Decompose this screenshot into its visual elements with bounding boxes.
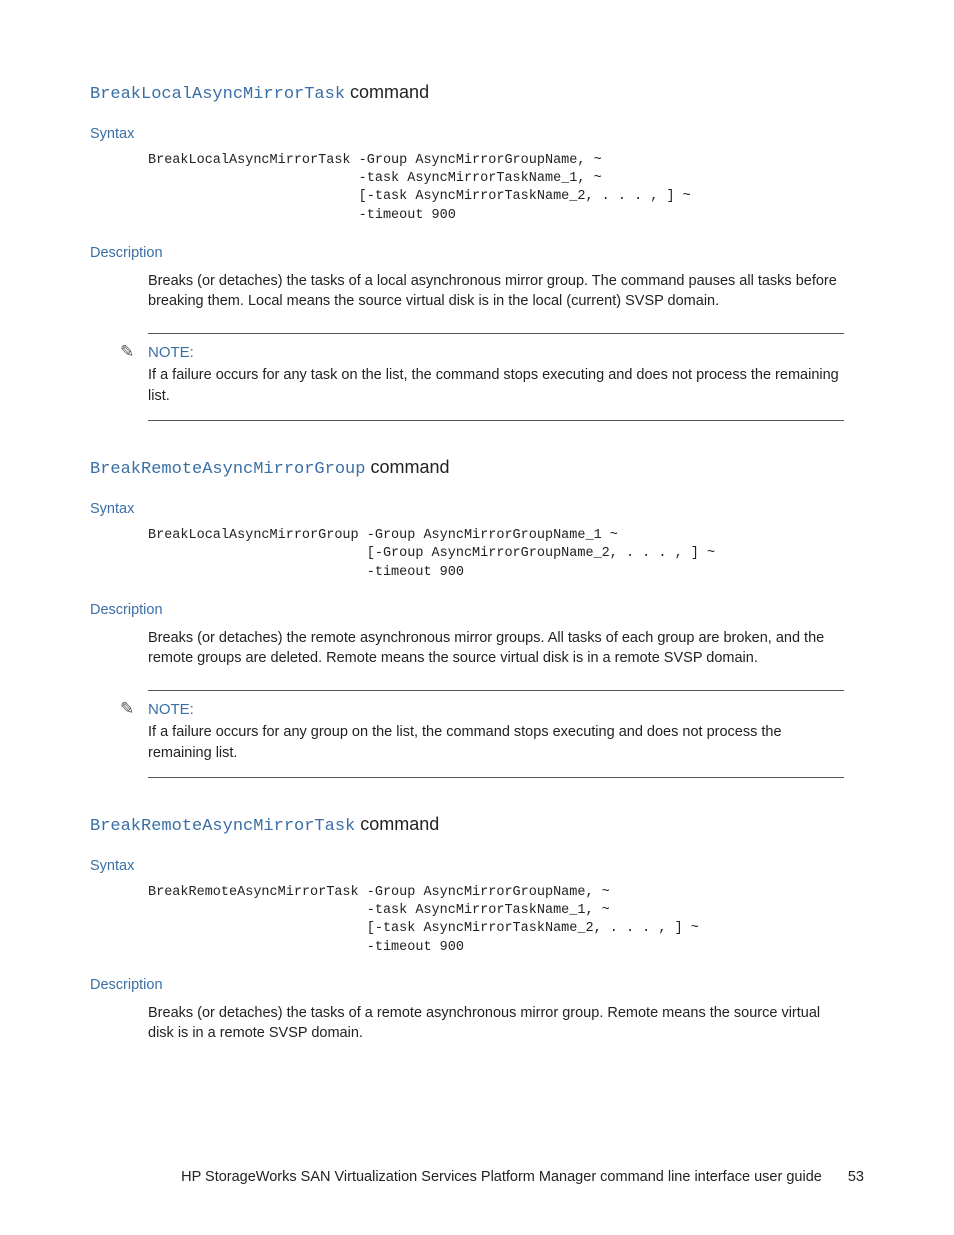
command-name: BreakRemoteAsyncMirrorGroup: [90, 460, 365, 479]
section-heading: BreakRemoteAsyncMirrorTask command: [90, 814, 864, 836]
syntax-label: Syntax: [90, 126, 864, 142]
note-text: If a failure occurs for any group on the…: [148, 722, 844, 763]
note-block: ✎ NOTE: If a failure occurs for any grou…: [148, 690, 844, 778]
page-number: 53: [848, 1167, 864, 1187]
section-heading: BreakLocalAsyncMirrorTask command: [90, 82, 864, 104]
command-name: BreakRemoteAsyncMirrorTask: [90, 817, 355, 836]
description-text: Breaks (or detaches) the tasks of a remo…: [148, 1003, 844, 1044]
note-icon: ✎: [120, 342, 134, 362]
syntax-code: BreakLocalAsyncMirrorTask -Group AsyncMi…: [148, 152, 864, 225]
command-name: BreakLocalAsyncMirrorTask: [90, 85, 345, 104]
note-block: ✎ NOTE: If a failure occurs for any task…: [148, 333, 844, 421]
command-suffix: command: [345, 82, 429, 102]
note-label: NOTE:: [148, 344, 844, 361]
note-text: If a failure occurs for any task on the …: [148, 365, 844, 406]
note-label: NOTE:: [148, 701, 844, 718]
description-label: Description: [90, 602, 864, 618]
command-suffix: command: [365, 457, 449, 477]
syntax-code: BreakRemoteAsyncMirrorTask -Group AsyncM…: [148, 884, 864, 957]
page-container: BreakLocalAsyncMirrorTask command Syntax…: [0, 0, 954, 1235]
page-footer: HP StorageWorks SAN Virtualization Servi…: [90, 1167, 864, 1187]
syntax-label: Syntax: [90, 858, 864, 874]
syntax-code: BreakLocalAsyncMirrorGroup -Group AsyncM…: [148, 527, 864, 582]
command-suffix: command: [355, 814, 439, 834]
section-heading: BreakRemoteAsyncMirrorGroup command: [90, 457, 864, 479]
description-label: Description: [90, 977, 864, 993]
description-label: Description: [90, 245, 864, 261]
syntax-label: Syntax: [90, 501, 864, 517]
description-text: Breaks (or detaches) the remote asynchro…: [148, 628, 844, 669]
footer-title: HP StorageWorks SAN Virtualization Servi…: [181, 1169, 822, 1185]
note-icon: ✎: [120, 699, 134, 719]
description-text: Breaks (or detaches) the tasks of a loca…: [148, 271, 844, 312]
